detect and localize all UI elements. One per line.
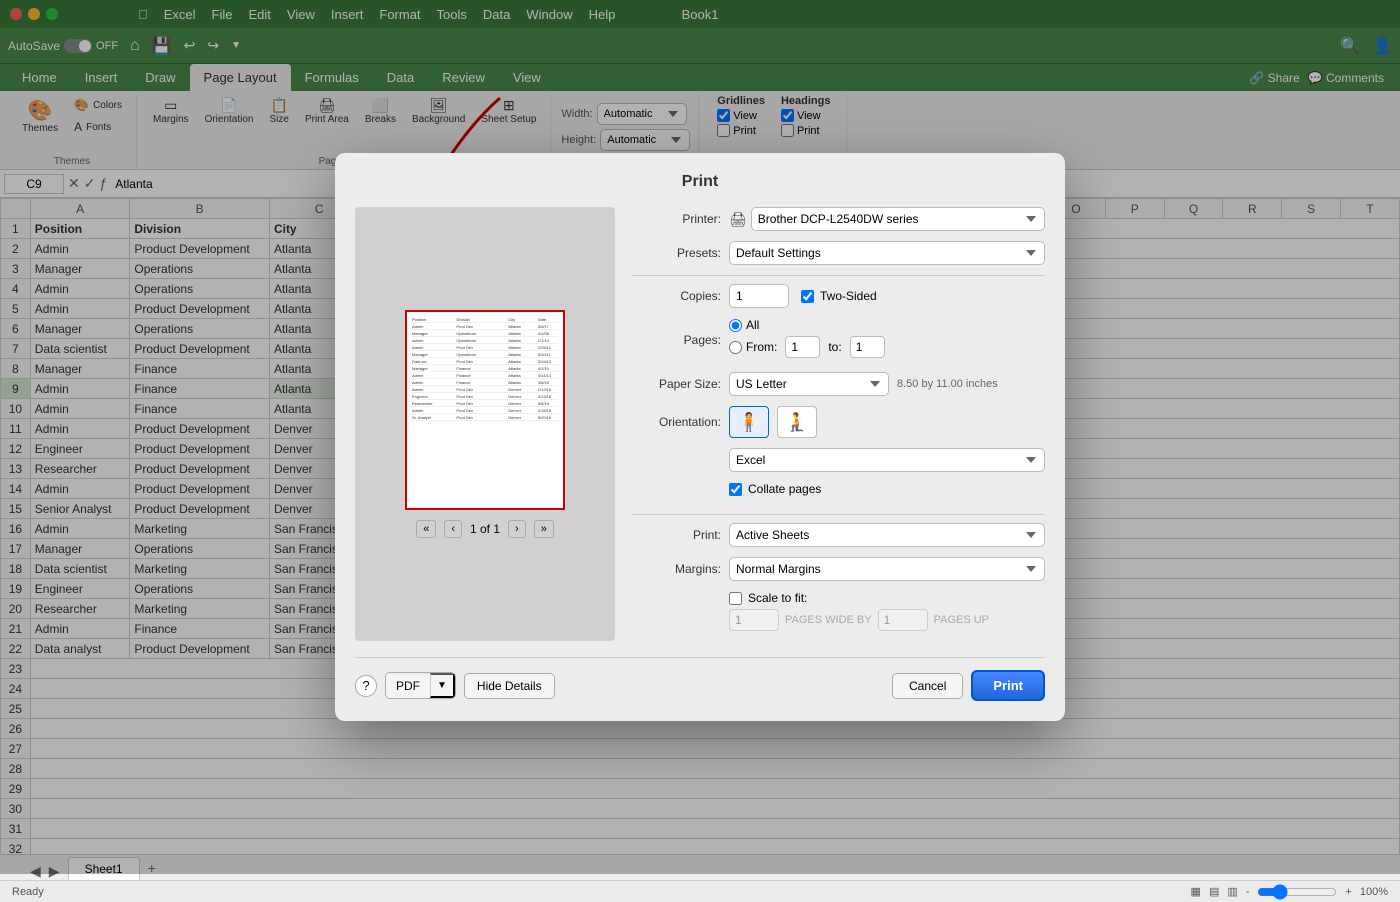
pdf-button-group: PDF ▼ — [385, 672, 456, 699]
printer-icon: 🖨 — [729, 211, 747, 228]
orientation-row: Orientation: 🧍 🧎 — [631, 406, 1045, 438]
excel-dropdown-select[interactable]: Excel — [729, 448, 1045, 472]
pages-all-label[interactable]: All — [729, 318, 759, 332]
print-dialog-body: PositionDivisionCityDate AdminProd DevAt… — [355, 207, 1045, 641]
view-page-break-icon[interactable]: ▥ — [1227, 885, 1237, 898]
pages-all-text: All — [746, 318, 759, 332]
scale-checkbox[interactable] — [729, 592, 742, 605]
status-bar: Ready ▦ ▤ ▥ - + 100% — [0, 880, 1400, 902]
margins-control[interactable]: Normal Margins — [729, 557, 1045, 581]
print-sheets-label: Print: — [631, 528, 721, 542]
presets-label: Presets: — [631, 246, 721, 260]
preview-last-button[interactable]: » — [534, 520, 554, 538]
collate-text: Collate pages — [748, 482, 821, 496]
pages-from-text: From: — [746, 340, 777, 354]
copies-control: Two-Sided — [729, 284, 1045, 308]
pages-from-input[interactable] — [785, 336, 820, 358]
copies-row: Copies: Two-Sided — [631, 284, 1045, 308]
paper-size-select[interactable]: US Letter — [729, 372, 889, 396]
preview-content: PositionDivisionCityDate AdminProd DevAt… — [411, 316, 559, 421]
print-sheets-select[interactable]: Active Sheets — [729, 523, 1045, 547]
two-sided-checkbox[interactable] — [801, 290, 814, 303]
preview-page: PositionDivisionCityDate AdminProd DevAt… — [405, 310, 565, 510]
excel-dropdown-row: Excel — [631, 448, 1045, 472]
help-button[interactable]: ? — [355, 675, 377, 697]
print-dialog-title: Print — [355, 173, 1045, 191]
collate-row: Collate pages — [631, 482, 1045, 504]
presets-row: Presets: Default Settings — [631, 241, 1045, 265]
excel-dropdown-control[interactable]: Excel — [729, 448, 1045, 472]
scale-y-label: PAGES UP — [934, 614, 989, 626]
scale-w-input — [729, 609, 779, 631]
zoom-slider[interactable] — [1257, 884, 1337, 900]
zoom-in-icon[interactable]: + — [1345, 886, 1351, 898]
copies-label: Copies: — [631, 289, 721, 303]
collate-checkbox-row: Collate pages — [729, 482, 1045, 496]
landscape-button[interactable]: 🧎 — [777, 406, 817, 438]
pages-to-text: to: — [828, 340, 841, 354]
scale-h-input — [878, 609, 928, 631]
print-sheets-control[interactable]: Active Sheets — [729, 523, 1045, 547]
margins-label: Margins: — [631, 562, 721, 576]
pages-row: Pages: All From: — [631, 318, 1045, 362]
scale-text: Scale to fit: — [748, 591, 807, 605]
preview-next-button[interactable]: › — [508, 520, 526, 538]
preview-first-button[interactable]: « — [416, 520, 436, 538]
margins-row: Margins: Normal Margins — [631, 557, 1045, 581]
paper-size-label: Paper Size: — [631, 377, 721, 391]
print-settings: Printer: 🖨 Brother DCP-L2540DW series Pr… — [631, 207, 1045, 641]
scale-row: Scale to fit: PAGES WIDE BY PAGES UP — [631, 591, 1045, 631]
status-right: ▦ ▤ ▥ - + 100% — [1191, 884, 1388, 900]
view-normal-icon[interactable]: ▦ — [1191, 885, 1201, 898]
scale-x-label: PAGES WIDE BY — [785, 614, 872, 626]
printer-row: Printer: 🖨 Brother DCP-L2540DW series — [631, 207, 1045, 231]
scale-control: Scale to fit: PAGES WIDE BY PAGES UP — [729, 591, 1045, 631]
landscape-icon: 🧎 — [786, 412, 808, 433]
presets-select[interactable]: Default Settings — [729, 241, 1045, 265]
two-sided-label: Two-Sided — [820, 289, 877, 303]
presets-control[interactable]: Default Settings — [729, 241, 1045, 265]
pdf-button[interactable]: PDF — [386, 674, 430, 698]
footer-left: ? PDF ▼ Hide Details — [355, 672, 555, 699]
paper-size-dims: 8.50 by 11.00 inches — [897, 378, 998, 390]
printer-select[interactable]: Brother DCP-L2540DW series — [751, 207, 1045, 231]
orientation-label: Orientation: — [631, 415, 721, 429]
print-sheets-row: Print: Active Sheets — [631, 523, 1045, 547]
preview-prev-button[interactable]: ‹ — [444, 520, 462, 538]
dialog-overlay: Print PositionDivisionCityDate AdminProd… — [0, 0, 1400, 874]
printer-label: Printer: — [631, 212, 721, 226]
view-page-icon[interactable]: ▤ — [1209, 885, 1219, 898]
preview-navigation: « ‹ 1 of 1 › » — [416, 520, 554, 538]
portrait-button[interactable]: 🧍 — [729, 406, 769, 438]
pdf-dropdown-button[interactable]: ▼ — [430, 673, 455, 698]
collate-control: Collate pages — [729, 482, 1045, 504]
copies-input[interactable] — [729, 284, 789, 308]
collate-checkbox[interactable] — [729, 483, 742, 496]
pages-to-input[interactable] — [850, 336, 885, 358]
pages-from-radio[interactable] — [729, 341, 742, 354]
preview-page-number: 1 of 1 — [470, 522, 500, 536]
print-footer: ? PDF ▼ Hide Details Cancel Print — [355, 657, 1045, 701]
footer-right: Cancel Print — [892, 670, 1045, 701]
two-sided-row: Two-Sided — [801, 289, 877, 303]
cancel-button[interactable]: Cancel — [892, 673, 963, 699]
zoom-out-icon[interactable]: - — [1246, 886, 1250, 898]
portrait-icon: 🧍 — [738, 412, 760, 433]
paper-size-control: US Letter 8.50 by 11.00 inches — [729, 372, 1045, 396]
pages-label: Pages: — [631, 333, 721, 347]
hide-details-button[interactable]: Hide Details — [464, 673, 555, 699]
pages-control: All From: to: — [729, 318, 1045, 362]
paper-size-row: Paper Size: US Letter 8.50 by 11.00 inch… — [631, 372, 1045, 396]
margins-select[interactable]: Normal Margins — [729, 557, 1045, 581]
orientation-control: 🧍 🧎 — [729, 406, 1045, 438]
pages-all-radio[interactable] — [729, 319, 742, 332]
pages-from-label[interactable]: From: — [729, 340, 777, 354]
print-preview: PositionDivisionCityDate AdminProd DevAt… — [355, 207, 615, 641]
status-text: Ready — [12, 886, 44, 898]
print-button[interactable]: Print — [971, 670, 1045, 701]
printer-control[interactable]: 🖨 Brother DCP-L2540DW series — [729, 207, 1045, 231]
print-dialog: Print PositionDivisionCityDate AdminProd… — [335, 153, 1065, 721]
zoom-level: 100% — [1360, 886, 1388, 898]
